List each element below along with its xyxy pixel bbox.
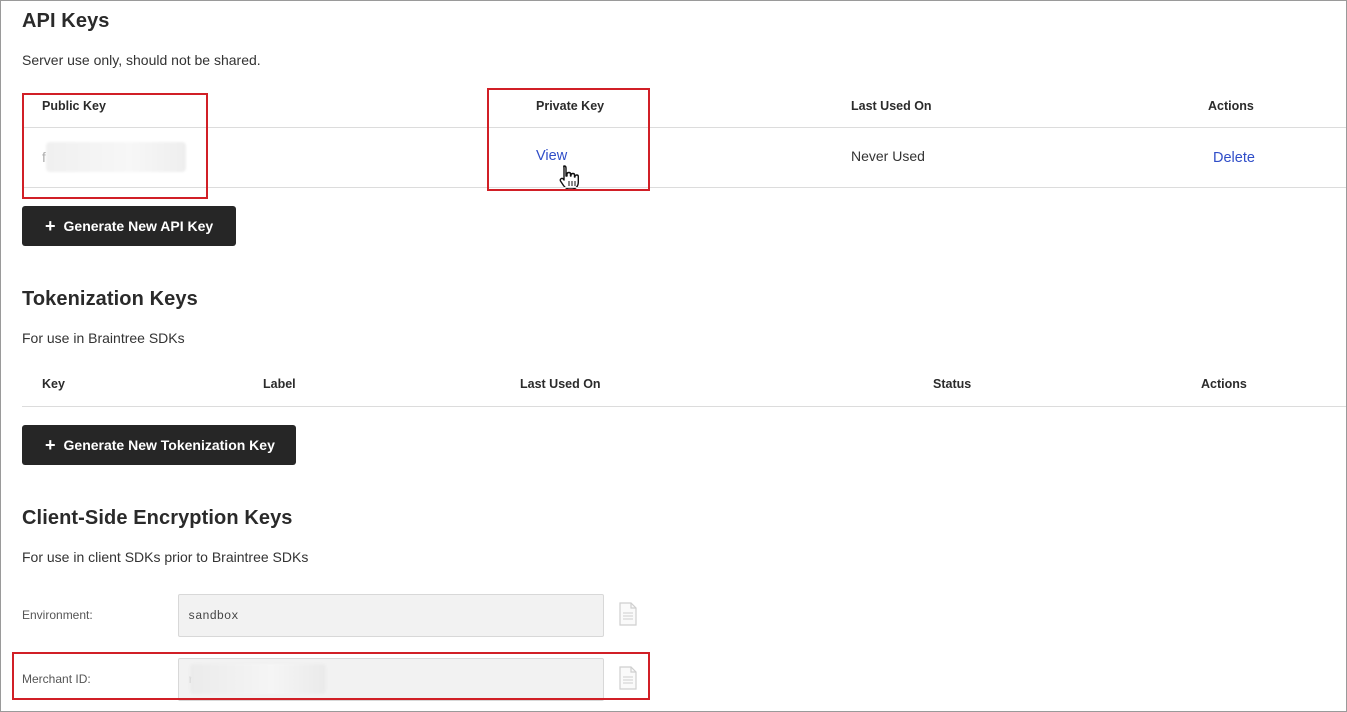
merchant-id-label: Merchant ID: xyxy=(22,672,91,686)
tokenization-keys-title: Tokenization Keys xyxy=(22,288,198,310)
generate-tokenization-key-label: Generate New Tokenization Key xyxy=(63,437,275,453)
col-label: Label xyxy=(263,377,296,391)
public-key-redaction xyxy=(46,142,186,172)
environment-field[interactable]: sandbox xyxy=(178,594,604,637)
col-key: Key xyxy=(42,377,65,391)
generate-tokenization-key-button[interactable]: + Generate New Tokenization Key xyxy=(22,425,296,465)
last-used-value: Never Used xyxy=(851,148,925,164)
copy-icon[interactable] xyxy=(618,602,638,626)
table-row-divider xyxy=(22,187,1346,188)
api-keys-title: API Keys xyxy=(22,10,110,32)
col-tokenization-last-used-on: Last Used On xyxy=(520,377,601,391)
col-private-key: Private Key xyxy=(536,99,605,113)
cse-keys-title: Client-Side Encryption Keys xyxy=(22,507,293,529)
view-private-key-link[interactable]: View xyxy=(536,148,567,164)
generate-api-key-label: Generate New API Key xyxy=(63,218,214,234)
environment-value: sandbox xyxy=(188,608,239,623)
col-public-key: Public Key xyxy=(42,99,106,113)
col-status: Status xyxy=(933,377,972,391)
merchant-id-redaction xyxy=(190,664,326,694)
delete-api-key-link[interactable]: Delete xyxy=(1213,150,1255,166)
col-tokenization-actions: Actions xyxy=(1201,377,1247,391)
environment-label: Environment: xyxy=(22,608,93,622)
tokenization-header-divider xyxy=(22,406,1346,407)
api-keys-subtitle: Server use only, should not be shared. xyxy=(22,52,261,68)
tokenization-keys-subtitle: For use in Braintree SDKs xyxy=(22,330,185,346)
col-last-used-on: Last Used On xyxy=(851,99,932,113)
copy-icon[interactable] xyxy=(618,666,638,690)
plus-icon: + xyxy=(45,216,56,236)
table-header-divider xyxy=(22,127,1346,128)
col-actions: Actions xyxy=(1208,99,1254,113)
generate-api-key-button[interactable]: + Generate New API Key xyxy=(22,206,236,246)
plus-icon: + xyxy=(45,435,56,455)
cse-keys-subtitle: For use in client SDKs prior to Braintre… xyxy=(22,549,309,565)
